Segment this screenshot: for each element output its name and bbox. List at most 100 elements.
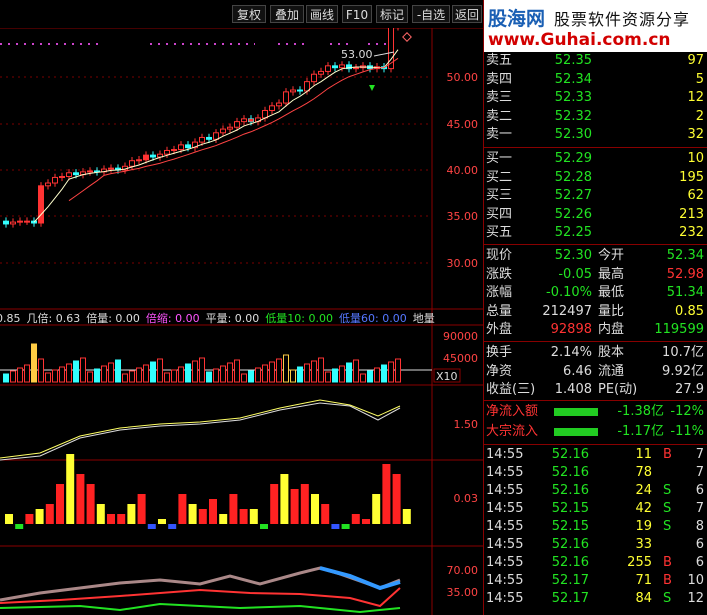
orderbook-divider xyxy=(484,147,707,148)
candle-body xyxy=(269,105,275,111)
flow-divider xyxy=(484,400,707,401)
quote-label: 总量 xyxy=(486,303,513,319)
ind2-bar xyxy=(331,524,340,529)
candle-body xyxy=(164,149,170,155)
ind2-bar xyxy=(270,484,279,524)
volume-bar xyxy=(206,371,212,383)
quote-value: 212497 xyxy=(542,303,592,319)
ind2-bar xyxy=(351,514,360,524)
candle-body xyxy=(206,136,212,140)
volume-bar xyxy=(360,373,366,383)
ind2-bar xyxy=(280,474,289,524)
tick-count: 6 xyxy=(695,555,704,570)
toolbar-button-0[interactable]: 复权 xyxy=(232,5,266,23)
tick-time: 14:55 xyxy=(486,519,524,534)
volume-bar xyxy=(318,357,324,383)
candle-body xyxy=(339,64,345,69)
ind2-bar xyxy=(402,509,411,524)
indicator-value: 倍缩: 0.00 xyxy=(146,311,200,325)
tick-count: 12 xyxy=(687,591,704,606)
bid-volume: 10 xyxy=(687,151,704,166)
candle-body xyxy=(136,159,142,162)
volume-bar xyxy=(122,373,128,383)
bid-price: 52.26 xyxy=(554,206,592,222)
volume-bar xyxy=(171,369,177,383)
tick-row: 14:55 52.16 33 6 xyxy=(484,536,707,554)
ind2-tick-label: 0.03 xyxy=(454,492,479,505)
tick-row: 14:55 52.17 84 S 12 xyxy=(484,590,707,608)
ind2-bar xyxy=(311,494,319,524)
candle-body xyxy=(283,91,289,104)
tick-time: 14:55 xyxy=(486,465,524,480)
ticks-divider xyxy=(484,444,707,445)
ind2-bar xyxy=(392,474,401,524)
ask-row: 卖五 52.35 97 xyxy=(484,52,707,70)
ind2-bar xyxy=(107,514,115,524)
ind2-bar xyxy=(249,509,258,524)
volume-bar xyxy=(10,370,16,383)
ind2-bar xyxy=(45,504,54,524)
logo-url: www.Guhai.com.cn xyxy=(488,30,671,50)
ind2-bar xyxy=(321,504,330,524)
ind2-bar xyxy=(76,474,85,524)
candle-body xyxy=(171,149,177,152)
tick-count: 10 xyxy=(687,573,704,588)
volume-bar xyxy=(94,368,100,383)
candle-body xyxy=(45,182,51,187)
price-tick-label: 35.00 xyxy=(447,210,479,223)
stats-row: 收益(三) 1.408 PE(动) 27.9 xyxy=(484,381,707,399)
ask-price: 52.35 xyxy=(554,53,592,68)
candle-body xyxy=(150,154,156,158)
volume-bar xyxy=(73,360,79,383)
toolbar-button-4[interactable]: 标记 xyxy=(376,5,408,23)
volume-bar xyxy=(262,364,268,383)
toolbar-button-3[interactable]: F10 xyxy=(342,5,372,23)
volume-bar xyxy=(346,362,352,383)
candle-body xyxy=(353,67,359,70)
quote-value: 52.30 xyxy=(554,248,592,263)
quote-label: 最低 xyxy=(598,285,625,301)
volume-bar xyxy=(199,357,205,383)
volume-bar xyxy=(395,358,401,383)
tick-volume: 84 xyxy=(635,591,652,606)
stats-label: PE(动) xyxy=(598,382,638,398)
toolbar-button-6[interactable]: 返回 xyxy=(452,5,482,23)
tick-count: 8 xyxy=(695,519,704,534)
quote-divider xyxy=(484,244,707,245)
toolbar-button-5[interactable]: -自选 xyxy=(412,5,450,23)
quote-value: 119599 xyxy=(654,322,704,338)
volume-bar xyxy=(101,365,107,383)
volume-bar xyxy=(213,368,219,383)
ask-row: 卖一 52.30 32 xyxy=(484,126,707,144)
ind2-bar xyxy=(219,514,228,524)
bid-price: 52.25 xyxy=(554,225,592,241)
stats-label: 净资 xyxy=(486,363,513,379)
tick-price: 52.16 xyxy=(551,483,589,498)
bid-label: 买四 xyxy=(486,206,513,222)
tick-time: 14:55 xyxy=(486,483,524,498)
price-tick-label: 30.00 xyxy=(447,257,479,270)
ind3-line-b xyxy=(319,566,401,591)
volume-bar xyxy=(374,367,380,383)
stats-value: 27.9 xyxy=(675,382,704,398)
indicator-value: 平量: 0.00 xyxy=(206,312,260,325)
ind2-bar xyxy=(25,514,34,524)
candle-body xyxy=(129,160,135,167)
candle-body xyxy=(24,220,30,223)
ind2-bar xyxy=(209,499,217,524)
ind1-line-a xyxy=(0,402,401,461)
tick-price: 52.15 xyxy=(551,501,589,516)
guhai-logo: 股海网 股票软件资源分享 www.Guhai.com.cn xyxy=(484,0,707,52)
candle-body xyxy=(87,170,93,173)
toolbar-button-1[interactable]: 叠加 xyxy=(270,5,304,23)
flow-bar xyxy=(554,428,598,436)
ind2-bar xyxy=(382,464,391,524)
toolbar-button-2[interactable]: 画线 xyxy=(306,5,338,23)
indicator-value: 低量10: 0.00 xyxy=(265,312,333,325)
quote-row: 总量 212497 量比 0.85 xyxy=(484,303,707,321)
volume-bar xyxy=(234,359,240,383)
bid-price: 52.29 xyxy=(554,151,592,166)
bid-volume: 195 xyxy=(679,169,704,185)
bid-price: 52.27 xyxy=(554,188,592,204)
volume-bar xyxy=(24,364,30,383)
